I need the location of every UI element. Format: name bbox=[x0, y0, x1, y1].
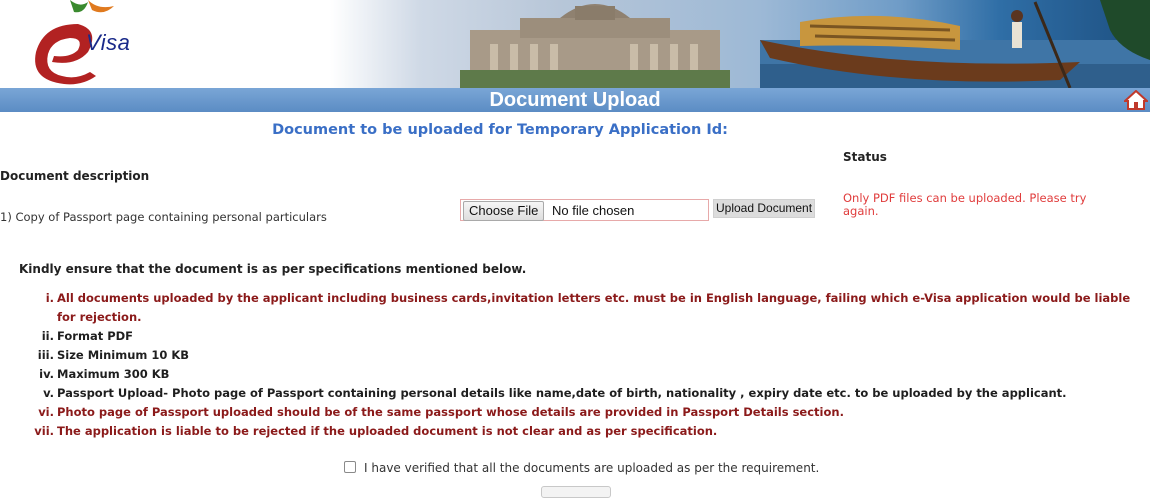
verify-checkbox-row[interactable]: I have verified that all the documents a… bbox=[344, 461, 819, 475]
spec-item: iv. Maximum 300 KB bbox=[0, 365, 1145, 384]
file-input[interactable]: Choose File No file chosen bbox=[460, 199, 709, 221]
spec-item-number: vi. bbox=[38, 405, 54, 419]
verify-checkbox[interactable] bbox=[344, 461, 356, 473]
spec-item: vii. The application is liable to be reje… bbox=[0, 422, 1145, 441]
specifications-list: i. All documents uploaded by the applican… bbox=[0, 289, 1145, 441]
verify-checkbox-label[interactable]: I have verified that all the documents a… bbox=[364, 461, 819, 475]
spec-item-number: iii. bbox=[37, 348, 54, 362]
description-column-header: Document description bbox=[0, 169, 150, 183]
spec-item-number: v. bbox=[43, 386, 54, 400]
spec-item: v. Passport Upload- Photo page of Passpor… bbox=[0, 384, 1145, 403]
spec-item-number: i. bbox=[45, 291, 54, 305]
spec-item: i. All documents uploaded by the applican… bbox=[0, 289, 1145, 327]
file-status-text: No file chosen bbox=[552, 203, 635, 218]
banner-scenery bbox=[460, 0, 1150, 88]
specifications-intro: Kindly ensure that the document is as pe… bbox=[19, 262, 527, 276]
spec-item-text: Passport Upload- Photo page of Passport … bbox=[57, 386, 1067, 400]
spec-item-text: Maximum 300 KB bbox=[57, 367, 170, 381]
upload-status-message: Only PDF files can be uploaded. Please t… bbox=[843, 191, 1087, 218]
submit-button[interactable] bbox=[541, 486, 611, 498]
spec-item-text: Format PDF bbox=[57, 329, 134, 343]
page-title: Document Upload bbox=[489, 89, 661, 111]
choose-file-button[interactable]: Choose File bbox=[463, 201, 545, 221]
document-description: 1) Copy of Passport page containing pers… bbox=[0, 210, 327, 224]
upload-subtitle: Document to be uploaded for Temporary Ap… bbox=[272, 122, 728, 138]
home-icon[interactable] bbox=[1124, 90, 1148, 110]
spec-item: iii. Size Minimum 10 KB bbox=[0, 346, 1145, 365]
spec-item-number: ii. bbox=[41, 329, 54, 343]
evisa-logo: Visa bbox=[18, 0, 148, 88]
header-banner: Visa bbox=[0, 0, 1150, 88]
spec-item-text: Photo page of Passport uploaded should b… bbox=[57, 405, 844, 419]
spec-item-text: All documents uploaded by the applicant … bbox=[57, 291, 1131, 324]
spec-item: vi. Photo page of Passport uploaded shoul… bbox=[0, 403, 1145, 422]
spec-item: ii. Format PDF bbox=[0, 327, 1145, 346]
spec-item-text: Size Minimum 10 KB bbox=[57, 348, 190, 362]
spec-item-number: iv. bbox=[39, 367, 54, 381]
logo-text: Visa bbox=[86, 30, 131, 55]
title-bar: Document Upload bbox=[0, 88, 1150, 112]
status-column-header: Status bbox=[843, 150, 887, 164]
upload-document-button[interactable]: Upload Document bbox=[713, 199, 816, 218]
spec-item-text: The application is liable to be rejected… bbox=[57, 424, 718, 438]
spec-item-number: vii. bbox=[34, 424, 54, 438]
